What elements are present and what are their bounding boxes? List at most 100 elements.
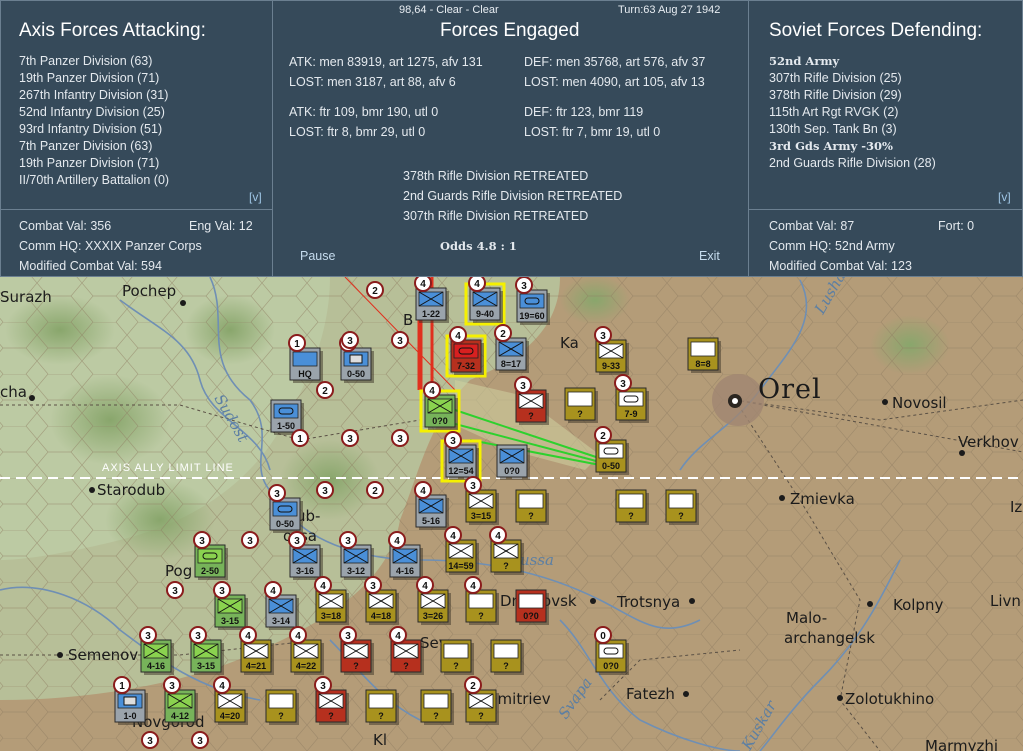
move-points-badge: 1 [119,681,125,692]
city-semenov: Semenov [68,646,138,664]
move-points-badge: 3 [345,536,351,547]
soviet-forces-pane: Soviet Forces Defending: 52nd Army 307th… [748,0,1023,210]
unit-counter[interactable]: 8=8 [687,337,721,373]
counter-strength: 3=15 [471,511,491,521]
soviet-army-header: 52nd Army [769,54,840,68]
soviet-unit[interactable]: 307th Rifle Division (25) [769,71,902,85]
move-points-badge: 3 [169,681,175,692]
counter-strength: 3-14 [272,616,290,626]
move-marker[interactable]: 3 [391,429,409,447]
counter-strength: 3-12 [347,566,365,576]
axis-unit[interactable]: 19th Panzer Division (71) [19,156,159,170]
axis-unit[interactable]: 52nd Infantry Division (25) [19,105,165,119]
move-marker[interactable]: 3 [391,331,409,349]
move-points-badge: 4 [394,536,400,547]
axis-expand-button[interactable]: [v] [249,190,262,204]
move-points-badge: 4 [450,531,456,542]
pause-button[interactable]: Pause [300,249,335,263]
unit-counter[interactable]: ? [365,689,399,725]
soviet-unit[interactable]: 115th Art Rgt RVGK (2) [769,105,898,119]
move-points-badge: 4 [422,581,428,592]
forces-engaged-pane: 98,64 - Clear - Clear Turn:63 Aug 27 194… [272,0,749,152]
unit-counter[interactable]: 0?0 [496,444,530,480]
unit-counter[interactable]: ? [564,387,598,423]
move-points-badge: 4 [470,581,476,592]
result-line: 307th Rifle Division RETREATED [403,209,589,223]
axis-comm-hq: Comm HQ: XXXIX Panzer Corps [19,239,202,253]
forces-engaged-title: Forces Engaged [440,20,580,41]
axis-unit[interactable]: 267th Infantry Division (31) [19,88,168,102]
move-marker[interactable]: 3 [141,731,159,749]
move-points-badge: 2 [600,431,606,442]
axis-unit[interactable]: II/70th Artillery Battalion (0) [19,173,169,187]
move-marker[interactable]: 1 [291,429,309,447]
move-marker[interactable]: 2 [366,281,384,299]
svg-text:2: 2 [322,386,328,397]
counter-strength: 3=26 [423,611,443,621]
move-points-badge: 4 [320,581,326,592]
move-marker[interactable]: 3 [316,481,334,499]
soviet-unit[interactable]: 2nd Guards Rifle Division (28) [769,156,936,170]
atk-air: ATK: ftr 109, bmr 190, utl 0 [289,105,439,119]
move-points-badge: 2 [470,681,476,692]
combat-results-pane: 378th Rifle Division RETREATED 2nd Guard… [272,151,749,277]
unit-counter[interactable]: ? [440,639,474,675]
counter-strength: 3-16 [296,566,314,576]
counter-strength: 4-12 [171,711,189,721]
counter-strength: 2-50 [201,566,219,576]
counter-strength: ? [278,711,284,721]
unit-counter[interactable]: ? [420,689,454,725]
unit-counter[interactable]: ? [665,489,699,525]
move-marker[interactable]: 3 [341,331,359,349]
move-marker[interactable]: 2 [316,381,334,399]
axis-unit[interactable]: 19th Panzer Division (71) [19,71,159,85]
soviet-title: Soviet Forces Defending: [769,20,983,41]
counter-strength: 0-50 [276,519,294,529]
move-points-badge: 0 [600,631,606,642]
counter-strength: 19=60 [519,311,544,321]
move-marker[interactable]: 3 [191,731,209,749]
counter-strength: ? [577,409,583,419]
axis-unit[interactable]: 93rd Infantry Division (51) [19,122,162,136]
city-starodub: Starodub [97,481,165,499]
unit-counter[interactable]: ? [615,489,649,525]
move-points-badge: 3 [294,536,300,547]
move-marker[interactable]: 3 [241,531,259,549]
unit-counter[interactable]: ? [265,689,299,725]
def-lost: LOST: men 4090, art 105, afv 13 [524,75,705,89]
move-marker[interactable]: 3 [341,429,359,447]
city-malo: Malo- [786,609,827,627]
counter-strength: 1-22 [422,309,440,319]
soviet-stats-pane: Combat Val: 87 Fort: 0 Comm HQ: 52nd Arm… [748,209,1023,277]
def-stats: DEF: men 35768, art 576, afv 37 [524,55,706,69]
city-trotsnya: Trotsnya [616,593,680,611]
counter-strength: 12=54 [448,466,473,476]
move-points-badge: 4 [474,279,480,290]
move-marker[interactable]: 2 [366,481,384,499]
counter-strength: ? [503,561,509,571]
svg-text:3: 3 [347,434,353,445]
counter-strength: ? [433,711,439,721]
exit-button[interactable]: Exit [699,249,720,263]
unit-counter[interactable]: 0?0 [515,589,549,625]
soviet-unit[interactable]: 378th Rifle Division (29) [769,88,902,102]
soviet-unit[interactable]: 130th Sep. Tank Bn (3) [769,122,897,136]
counter-strength: HQ [298,369,312,379]
move-points-badge: 3 [470,481,476,492]
atk-lost: LOST: men 3187, art 88, afv 6 [289,75,456,89]
counter-strength: 0?0 [504,466,520,476]
axis-unit[interactable]: 7th Panzer Division (63) [19,139,152,153]
move-marker[interactable]: 3 [166,581,184,599]
svg-text:3: 3 [397,336,403,347]
city-b: B [403,311,413,329]
city-iz: Iz [1010,498,1022,516]
counter-strength: ? [378,711,384,721]
unit-counter[interactable]: ? [515,489,549,525]
counter-strength: 8=17 [501,359,521,369]
soviet-expand-button[interactable]: [v] [998,190,1011,204]
axis-unit[interactable]: 7th Panzer Division (63) [19,54,152,68]
counter-strength: ? [478,711,484,721]
counter-strength: 3-15 [197,661,215,671]
city-zolotukhino: Zolotukhino [845,690,934,708]
unit-counter[interactable]: ? [490,639,524,675]
